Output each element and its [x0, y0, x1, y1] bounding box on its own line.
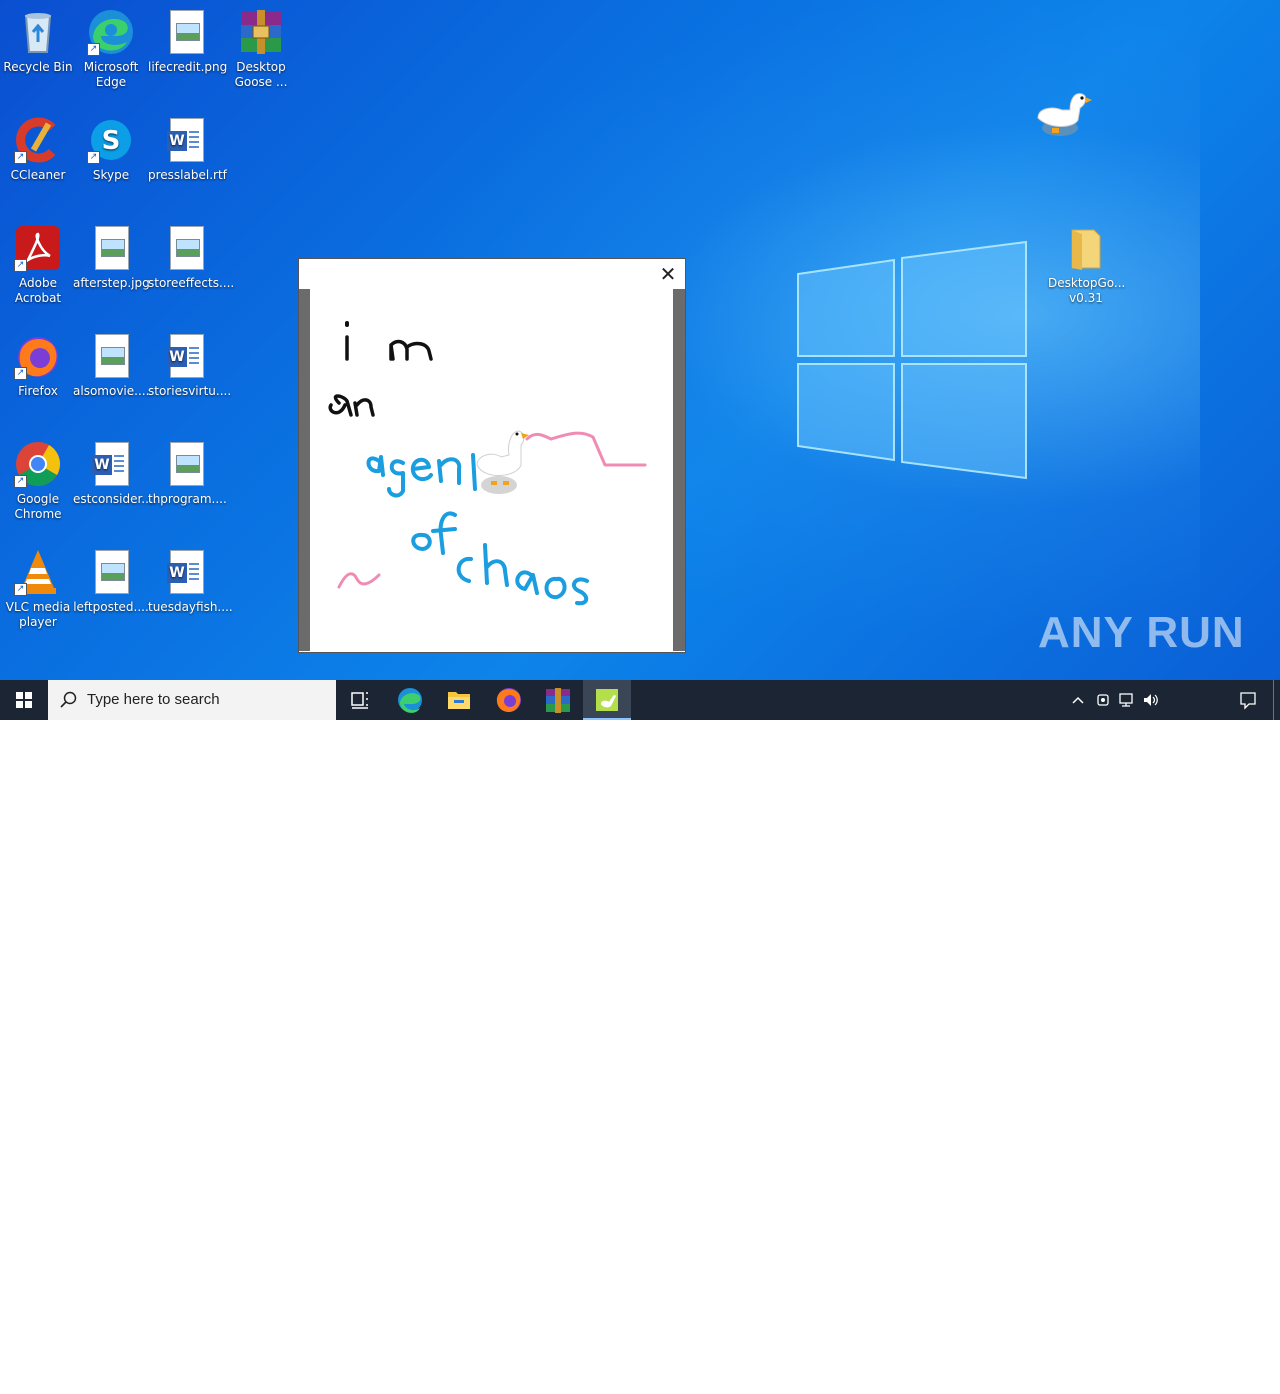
winrar-archive-icon: [546, 688, 570, 713]
ccleaner-icon: ↗: [14, 116, 62, 164]
edge-icon: [398, 688, 422, 713]
taskbar-winrar[interactable]: [534, 680, 582, 720]
desktop-icon-leftposted[interactable]: leftposted....: [73, 542, 149, 615]
taskbar-clock[interactable]: 12:16 AM 5/25/2025: [1162, 1362, 1228, 1394]
desktop-icon-google-chrome[interactable]: ↗ Google Chrome: [0, 434, 76, 522]
desktop-icon-recycle-bin[interactable]: Recycle Bin: [0, 2, 76, 75]
desktop-icon-adobe-acrobat[interactable]: ↗ Adobe Acrobat: [0, 218, 76, 306]
show-desktop-button[interactable]: [1273, 680, 1274, 720]
desktop-icon-thprogram[interactable]: thprogram....: [148, 434, 227, 507]
desktop-icon-microsoft-edge[interactable]: ↗ Microsoft Edge: [73, 2, 149, 90]
search-placeholder: Type here to search: [87, 691, 220, 708]
image-file-icon: [87, 548, 135, 596]
desktop-icon-storeeffects[interactable]: storeeffects....: [148, 218, 234, 291]
firefox-icon: ↗: [14, 332, 62, 380]
desktop-icon-desktop-goose-archive[interactable]: Desktop Goose ...: [223, 2, 299, 90]
desktop-icon-storiesvirtu[interactable]: W storiesvirtu....: [148, 326, 231, 399]
desktop-icon-vlc[interactable]: ↗ VLC media player: [0, 542, 76, 630]
taskbar-firefox[interactable]: [485, 680, 533, 720]
task-view-icon: [351, 692, 368, 709]
anyrun-watermark: ANY RUN: [1038, 608, 1245, 657]
svg-text:S: S: [102, 126, 121, 156]
start-button[interactable]: [0, 680, 48, 720]
taskbar: Type here to search 12:16 AM 5/25/2025: [0, 680, 1280, 1393]
image-file-icon: [162, 8, 210, 56]
windows-wallpaper-logo: [797, 240, 1027, 480]
taskbar-search-box[interactable]: Type here to search: [48, 680, 336, 720]
word-file-icon: W: [162, 332, 210, 380]
goose-icon[interactable]: [1030, 88, 1094, 144]
image-file-icon: [162, 224, 210, 272]
folder-icon: [448, 692, 470, 709]
word-file-icon: W: [162, 548, 210, 596]
desktop-icon-presslabel[interactable]: W presslabel.rtf: [148, 110, 227, 183]
desktop-icon-skype[interactable]: S ↗ Skype: [73, 110, 149, 183]
image-file-icon: [87, 332, 135, 380]
acrobat-icon: ↗: [14, 224, 62, 272]
desktop: Recycle Bin ↗ CCleaner ↗ Adobe Acrobat ↗…: [0, 0, 1280, 680]
skype-icon: S ↗: [87, 116, 135, 164]
image-file-icon: [87, 224, 135, 272]
chrome-icon: ↗: [14, 440, 62, 488]
goose-in-note: [476, 430, 529, 494]
desktop-icon-ccleaner[interactable]: ↗ CCleaner: [0, 110, 76, 183]
desktop-icon-estconsider[interactable]: W estconsider....: [73, 434, 157, 507]
volume-icon[interactable]: [1142, 691, 1160, 709]
desktop-icon-firefox[interactable]: ↗ Firefox: [0, 326, 76, 399]
network-icon[interactable]: [1118, 691, 1136, 709]
desktop-icon-afterstep[interactable]: afterstep.jpg: [73, 218, 150, 291]
folder-icon: [1062, 224, 1110, 272]
clock-time: 12:16 AM: [1169, 1363, 1221, 1377]
meet-now-icon[interactable]: [1095, 691, 1111, 709]
image-file-icon: [162, 440, 210, 488]
vlc-icon: ↗: [14, 548, 62, 596]
desktop-icon-tuesdayfish[interactable]: W tuesdayfish....: [148, 542, 233, 615]
winrar-archive-icon: [237, 8, 285, 56]
chevron-up-icon[interactable]: [1070, 692, 1086, 708]
word-file-icon: W: [87, 440, 135, 488]
notification-center-icon[interactable]: [1238, 690, 1258, 710]
task-view-button[interactable]: [336, 680, 384, 720]
word-file-icon: W: [162, 116, 210, 164]
taskbar-edge[interactable]: [386, 680, 434, 720]
search-icon: [60, 691, 77, 708]
taskbar-desktop-goose[interactable]: [583, 680, 631, 720]
taskbar-file-explorer[interactable]: [435, 680, 483, 720]
windows-start-icon: [16, 692, 32, 708]
desktop-icon-alsomovie[interactable]: alsomovie....: [73, 326, 149, 399]
firefox-icon: [496, 688, 521, 712]
desktop-icon-desktopgoose-folder[interactable]: DesktopGo... v0.31: [1048, 218, 1125, 306]
desktop-icon-lifecredit[interactable]: lifecredit.png: [148, 2, 227, 75]
recycle-bin-icon: [14, 8, 62, 56]
clock-date: 5/25/2025: [1168, 1379, 1222, 1393]
desktop-goose-app-icon: [596, 689, 618, 711]
edge-icon: ↗: [87, 8, 135, 56]
goose-note-window[interactable]: ✕: [298, 258, 686, 653]
scribble-canvas: [328, 321, 647, 606]
